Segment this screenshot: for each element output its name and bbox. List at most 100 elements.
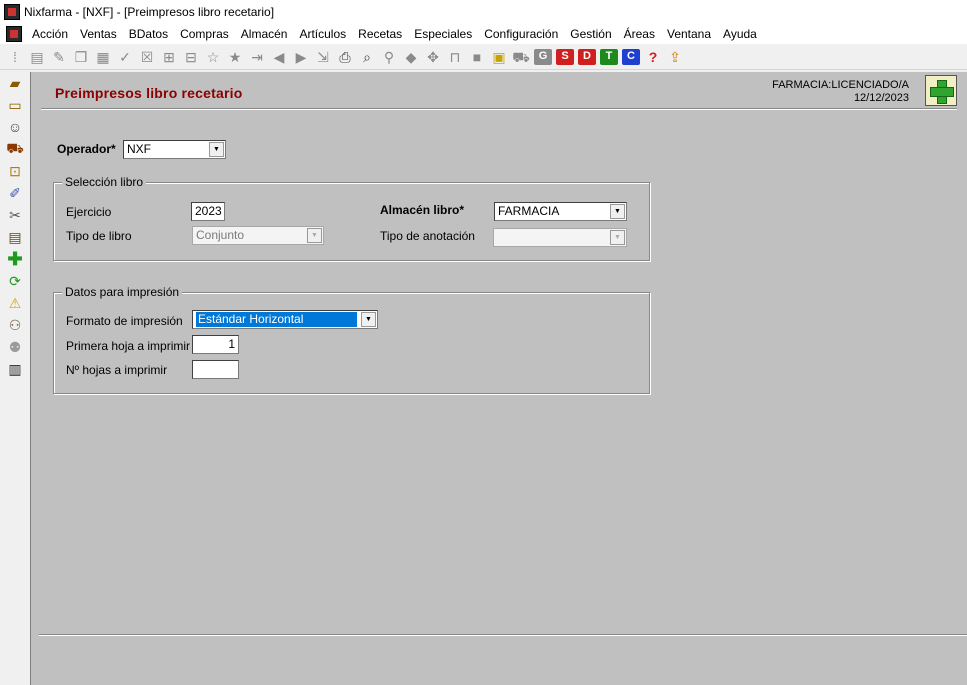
datos-impresion-title: Datos para impresión	[62, 285, 183, 299]
seleccion-libro-group: Selección libro	[53, 175, 650, 261]
arrow-right-icon[interactable]: ▶	[290, 47, 312, 67]
grid-icon[interactable]: ⊞	[158, 47, 180, 67]
window-title: Nixfarma - [NXF] - [Preimpresos libro re…	[24, 5, 275, 19]
card-icon[interactable]: ▭	[0, 94, 30, 116]
cart-icon[interactable]: ⛟	[510, 47, 532, 67]
chevron-down-icon[interactable]: ▼	[307, 228, 322, 243]
title-bar: Nixfarma - [NXF] - [Preimpresos libro re…	[0, 0, 967, 24]
users-icon[interactable]: ⚇	[0, 314, 30, 336]
delete-icon[interactable]: ☒	[136, 47, 158, 67]
layers-icon[interactable]: ◆	[400, 47, 422, 67]
menu-bdatos[interactable]: BDatos	[123, 24, 174, 44]
menu-recetas[interactable]: Recetas	[352, 24, 408, 44]
g-button[interactable]: G	[534, 48, 552, 65]
cross-icon[interactable]: ✚	[0, 248, 30, 270]
menu-especiales[interactable]: Especiales	[408, 24, 478, 44]
document-icon[interactable]: ▤	[26, 47, 48, 67]
user-label: FARMACIA:LICENCIADO/A	[772, 79, 909, 91]
s-button[interactable]: S	[556, 48, 574, 65]
ejercicio-label: Ejercicio	[66, 205, 112, 219]
star-icon[interactable]: ★	[224, 47, 246, 67]
page-title: Preimpresos libro recetario	[55, 85, 243, 101]
note-icon[interactable]: ▣	[488, 47, 510, 67]
side-toolbar: ▰ ▭ ☺ ⛟ ⊡ ✐ ✂ ▤ ✚ ⟳ ⚠ ⚇ ⚉ ▥	[0, 72, 30, 685]
upload-icon[interactable]: ⇪	[664, 47, 686, 67]
group-icon[interactable]: ⚉	[0, 336, 30, 358]
exit-icon[interactable]: ⇲	[312, 47, 334, 67]
tipo-anotacion-label: Tipo de anotación	[380, 229, 475, 243]
operador-value: NXF	[127, 142, 151, 156]
mdi-icon[interactable]	[6, 26, 22, 42]
formato-label: Formato de impresión	[66, 314, 183, 328]
formato-value: Estándar Horizontal	[196, 312, 357, 327]
almacen-select[interactable]: FARMACIA ▼	[494, 202, 627, 221]
t-button[interactable]: T	[600, 48, 618, 65]
date-label: 12/12/2023	[853, 92, 909, 104]
edit-icon[interactable]: ✎	[48, 47, 70, 67]
form-header: Preimpresos libro recetario FARMACIA:LIC…	[41, 75, 957, 110]
warning-icon[interactable]: ⚠	[0, 292, 30, 314]
lock-icon[interactable]: ⊓	[444, 47, 466, 67]
tipo-anotacion-select[interactable]: ▼	[493, 228, 627, 247]
chevron-down-icon[interactable]: ▼	[610, 204, 625, 219]
menu-articulos[interactable]: Artículos	[293, 24, 352, 44]
pill-icon[interactable]: ✐	[0, 182, 30, 204]
table-icon[interactable]: ▦	[92, 47, 114, 67]
tipo-libro-value: Conjunto	[196, 228, 245, 242]
app-icon	[4, 4, 20, 20]
grip-icon: ⁞	[13, 48, 17, 65]
box-icon[interactable]: ⊡	[0, 160, 30, 182]
menu-compras[interactable]: Compras	[174, 24, 235, 44]
almacen-label: Almacén libro*	[380, 203, 465, 217]
tipo-libro-select[interactable]: Conjunto ▼	[192, 226, 324, 245]
chevron-down-icon[interactable]: ▼	[209, 142, 224, 157]
tools-icon[interactable]: ✂	[0, 204, 30, 226]
refresh-icon[interactable]: ⟳	[0, 270, 30, 292]
check-edit-icon[interactable]: ✓	[114, 47, 136, 67]
almacen-value: FARMACIA	[498, 204, 560, 218]
pin-icon[interactable]: ⚲	[378, 47, 400, 67]
star-empty-icon[interactable]: ☆	[202, 47, 224, 67]
help-icon[interactable]: ?	[642, 47, 664, 67]
register-icon[interactable]: ▤	[0, 226, 30, 248]
chevron-down-icon[interactable]: ▼	[610, 230, 625, 245]
d-button[interactable]: D	[578, 48, 596, 65]
toolbar: ⁞ ▤ ✎ ❐ ▦ ✓ ☒ ⊞ ⊟ ☆ ★ ⇥ ◀ ▶ ⇲ ⎙ ⌕ ⚲ ◆ ✥ …	[0, 44, 967, 70]
seleccion-libro-title: Selección libro	[62, 175, 147, 189]
sales-icon[interactable]: ▰	[0, 72, 30, 94]
add-button[interactable]	[925, 75, 957, 106]
menu-areas[interactable]: Áreas	[618, 24, 661, 44]
menu-ayuda[interactable]: Ayuda	[717, 24, 763, 44]
menu-ventana[interactable]: Ventana	[661, 24, 717, 44]
primera-hoja-field[interactable]: 1	[192, 335, 239, 354]
c-button[interactable]: C	[622, 48, 640, 65]
operador-select[interactable]: NXF ▼	[123, 140, 226, 159]
ejercicio-field[interactable]: 2023	[191, 202, 225, 221]
goto-icon[interactable]: ⇥	[246, 47, 268, 67]
chevron-down-icon[interactable]: ▼	[361, 312, 376, 327]
num-hojas-label: Nº hojas a imprimir	[66, 363, 168, 377]
plus-icon	[930, 79, 954, 104]
num-hojas-field[interactable]	[192, 360, 239, 379]
status-area	[39, 634, 967, 685]
formato-select[interactable]: Estándar Horizontal ▼	[192, 310, 378, 329]
tipo-libro-label: Tipo de libro	[66, 229, 132, 243]
search-icon[interactable]: ⌕	[356, 47, 378, 67]
move-icon[interactable]: ✥	[422, 47, 444, 67]
operador-label: Operador*	[57, 142, 116, 156]
print-icon[interactable]: ⎙	[334, 47, 356, 67]
stop-icon[interactable]: ■	[466, 47, 488, 67]
menu-configuracion[interactable]: Configuración	[478, 24, 564, 44]
filter-icon[interactable]: ⊟	[180, 47, 202, 67]
menu-ventas[interactable]: Ventas	[74, 24, 123, 44]
menu-bar: Acción Ventas BDatos Compras Almacén Art…	[0, 24, 967, 44]
arrow-left-icon[interactable]: ◀	[268, 47, 290, 67]
menu-accion[interactable]: Acción	[26, 24, 74, 44]
menu-gestion[interactable]: Gestión	[564, 24, 617, 44]
person-icon[interactable]: ☺	[0, 116, 30, 138]
menu-almacen[interactable]: Almacén	[235, 24, 294, 44]
shopping-cart-icon[interactable]: ⛟	[0, 138, 30, 160]
barcode-icon[interactable]: ▥	[0, 358, 30, 380]
main-panel: Preimpresos libro recetario FARMACIA:LIC…	[30, 72, 967, 685]
copy-icon[interactable]: ❐	[70, 47, 92, 67]
